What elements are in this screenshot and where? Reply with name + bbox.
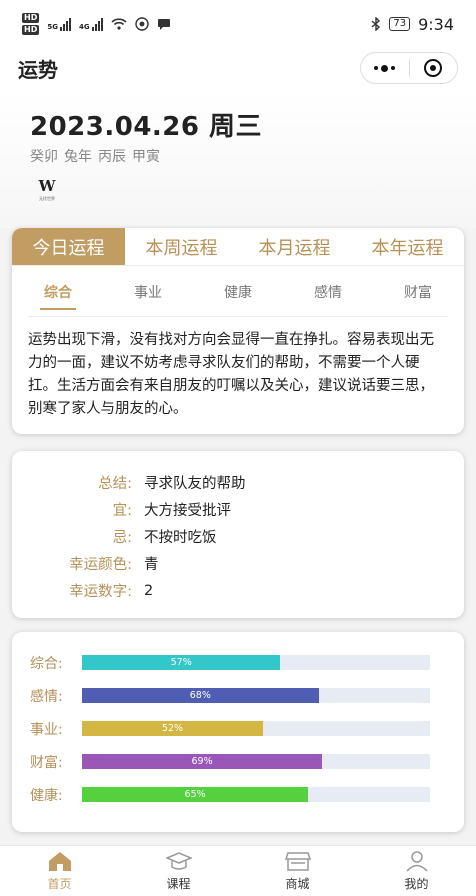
score-row: 综合: 57%: [12, 646, 464, 679]
lucky-number-label: 幸运数字:: [69, 584, 132, 600]
bluetooth-icon: [371, 17, 381, 31]
suitable-value: 大方接受批评: [144, 503, 231, 519]
more-dots-icon: [374, 64, 396, 72]
logo-mark: W: [38, 177, 56, 195]
ganzhi-item: 丙辰: [98, 149, 126, 165]
ganzhi-item: 甲寅: [132, 149, 160, 165]
avoid-value: 不按时吃饭: [144, 530, 217, 546]
score-label: 事业:: [30, 721, 63, 738]
target-icon: [424, 59, 443, 77]
message-icon: [157, 19, 170, 30]
tab-store-label: 商城: [285, 877, 310, 891]
camera-notification-icon: [134, 17, 149, 31]
bottom-tab-bar: 首页 课程 商城 我的: [0, 845, 476, 896]
graduation-cap-icon: [165, 852, 192, 870]
tab-year[interactable]: 本年运程: [351, 228, 464, 265]
signal-icon: 5G: [47, 17, 71, 31]
tab-wealth[interactable]: 财富: [388, 282, 448, 310]
page-title: 运势: [18, 57, 58, 82]
score-row: 感情: 68%: [12, 679, 464, 712]
scores-card: 综合: 57% 感情: 68% 事业: 52% 财富: 69% 健康: 65%: [12, 632, 464, 832]
wifi-icon: [111, 18, 127, 30]
progress-fill: 52%: [82, 721, 263, 736]
network-label: 4G: [78, 23, 90, 31]
progress-fill: 68%: [82, 688, 319, 703]
lucky-color-row: 幸运颜色: 青: [12, 550, 464, 577]
ganzhi-item: 癸卯: [30, 149, 58, 165]
score-row: 财富: 69%: [12, 745, 464, 778]
progress-bar: 68%: [82, 688, 430, 703]
progress-bar: 69%: [82, 754, 430, 769]
date-title: 2023.04.26 周三: [30, 112, 263, 142]
progress-bar: 65%: [82, 787, 430, 802]
avoid-label: 忌:: [112, 530, 132, 546]
status-bar: HD HD 5G 4G 73 9:34: [0, 0, 476, 48]
lucky-color-label: 幸运颜色:: [69, 557, 132, 573]
tab-home[interactable]: 首页: [0, 846, 119, 896]
score-row: 健康: 65%: [12, 778, 464, 811]
summary-label: 总结:: [98, 476, 132, 492]
summary-row: 总结: 寻求队友的帮助: [12, 469, 464, 496]
progress-bar: 52%: [82, 721, 430, 736]
suitable-row: 宜: 大方接受批评: [12, 496, 464, 523]
tab-courses[interactable]: 课程: [119, 846, 238, 896]
tab-courses-label: 课程: [166, 877, 191, 891]
tab-overall[interactable]: 综合: [28, 282, 88, 310]
nav-bar: 运势: [0, 48, 476, 88]
progress-bar: 57%: [82, 655, 430, 670]
lucky-number-value: 2: [144, 582, 154, 599]
hd-label: HD: [22, 25, 40, 35]
user-icon: [405, 851, 428, 872]
battery-icon: 73: [389, 17, 411, 31]
tab-love[interactable]: 感情: [298, 282, 358, 310]
network-label: 5G: [47, 23, 58, 31]
date-header: 2023.04.26 周三 癸卯 兔年 丙辰 甲寅 W 无忧世界: [0, 88, 476, 228]
tab-today[interactable]: 今日运程: [12, 228, 125, 265]
score-label: 财富:: [30, 754, 63, 771]
progress-fill: 69%: [82, 754, 323, 769]
progress-fill: 57%: [82, 655, 281, 670]
store-icon: [284, 852, 311, 871]
ganzhi-item: 兔年: [64, 149, 92, 165]
progress-fill: 65%: [82, 787, 309, 802]
home-icon: [48, 852, 71, 871]
score-row: 事业: 52%: [12, 712, 464, 745]
lucky-color-value: 青: [144, 557, 159, 573]
tab-week[interactable]: 本周运程: [125, 228, 238, 265]
tab-mine[interactable]: 我的: [357, 846, 476, 896]
lucky-number-row: 幸运数字: 2: [12, 577, 464, 604]
summary-card: 总结: 寻求队友的帮助 宜: 大方接受批评 忌: 不按时吃饭 幸运颜色: 青 幸…: [12, 451, 464, 618]
fortune-card: 今日运程 本周运程 本月运程 本年运程 综合 事业 健康 感情 财富 运势出现下…: [12, 228, 464, 434]
category-tabs: 综合 事业 健康 感情 财富: [12, 276, 464, 316]
tab-career[interactable]: 事业: [118, 282, 178, 310]
tab-store[interactable]: 商城: [238, 846, 357, 896]
period-tabs: 今日运程 本周运程 本月运程 本年运程: [12, 228, 464, 266]
more-button[interactable]: [361, 53, 409, 83]
signal-icon: 4G: [79, 17, 103, 31]
suitable-label: 宜:: [112, 503, 132, 519]
ganzhi-line: 癸卯 兔年 丙辰 甲寅: [30, 146, 160, 166]
tab-home-label: 首页: [47, 877, 72, 891]
logo-text: 无忧世界: [39, 196, 55, 201]
brand-logo: W 无忧世界: [32, 178, 62, 208]
score-label: 健康:: [30, 787, 63, 804]
tab-mine-label: 我的: [404, 877, 429, 891]
score-label: 综合:: [30, 655, 63, 672]
mini-program-capsule: [360, 52, 458, 84]
hd-label: HD: [22, 13, 40, 23]
score-label: 感情:: [30, 688, 63, 705]
fortune-description: 运势出现下滑，没有找对方向会显得一直在挣扎。容易表现出无力的一面，建议不妨考虑寻…: [28, 332, 434, 417]
tab-month[interactable]: 本月运程: [238, 228, 351, 265]
close-mini-program-button[interactable]: [410, 53, 458, 83]
tab-health[interactable]: 健康: [208, 282, 268, 310]
avoid-row: 忌: 不按时吃饭: [12, 523, 464, 550]
clock: 9:34: [418, 14, 454, 34]
hd-indicator: HD HD: [22, 13, 40, 35]
summary-value: 寻求队友的帮助: [144, 476, 246, 492]
